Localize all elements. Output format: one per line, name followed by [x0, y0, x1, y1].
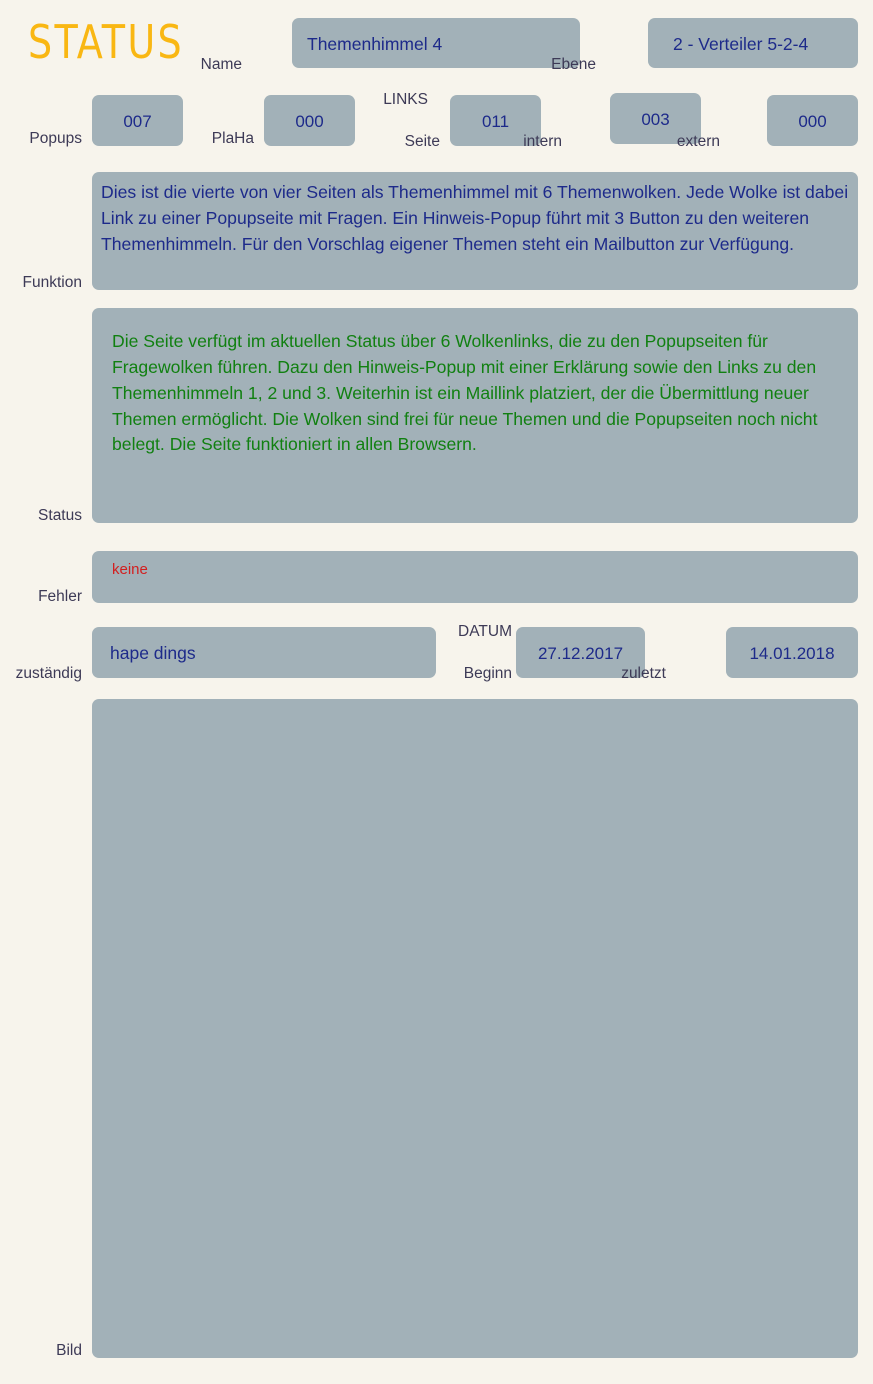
- fehler-text: keine: [112, 561, 148, 578]
- funktion-label: Funktion: [22, 274, 82, 291]
- bild-label: Bild: [56, 1342, 82, 1359]
- bild-field[interactable]: [92, 699, 858, 1358]
- seite-label: Seite: [404, 133, 440, 150]
- name-value: Themenhimmel 4: [307, 34, 443, 54]
- zustaendig-label: zuständig: [15, 665, 82, 682]
- zuletzt-label: zuletzt: [621, 665, 666, 682]
- funktion-text: Dies ist die vierte von vier Seiten als …: [101, 182, 849, 254]
- links-group-label: LINKS: [383, 91, 428, 108]
- name-label: Name: [200, 56, 242, 73]
- status-sheet: STATUS Name Themenhimmel 4 Ebene 2 - Ver…: [0, 0, 873, 1384]
- zuletzt-value: 14.01.2018: [749, 644, 835, 663]
- intern-label: intern: [523, 133, 562, 150]
- status-text: Die Seite verfügt im aktuellen Status üb…: [112, 331, 823, 455]
- ebene-value: 2 - Verteiler 5-2-4: [673, 34, 809, 54]
- popups-value: 007: [123, 112, 152, 131]
- extern-label: extern: [676, 133, 720, 150]
- status-label: Status: [38, 507, 82, 524]
- beginn-value: 27.12.2017: [537, 644, 624, 663]
- seite-value: 011: [481, 112, 510, 131]
- beginn-label: Beginn: [463, 665, 512, 682]
- fehler-label: Fehler: [38, 588, 82, 605]
- plaha-value: 000: [295, 112, 324, 131]
- popups-label: Popups: [29, 130, 82, 147]
- datum-group-label: DATUM: [458, 623, 512, 640]
- page-title: STATUS: [28, 15, 184, 69]
- zustaendig-value: hape dings: [110, 643, 196, 663]
- ebene-label: Ebene: [551, 56, 596, 73]
- intern-value: 003: [641, 110, 670, 129]
- extern-value: 000: [798, 112, 827, 131]
- plaha-label: PlaHa: [211, 130, 254, 147]
